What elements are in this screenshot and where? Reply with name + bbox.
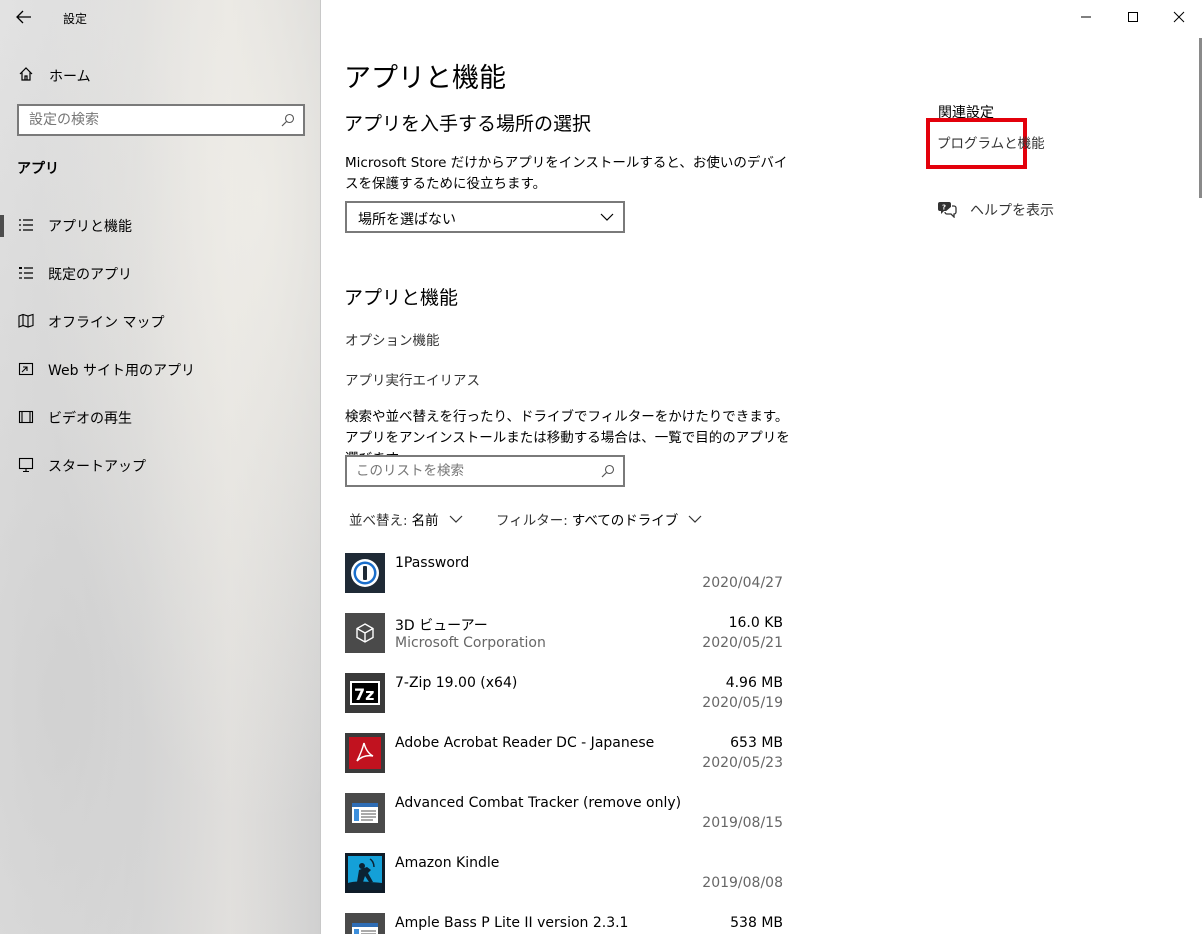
sidebar-item-label: オフライン マップ: [48, 315, 165, 331]
app-publisher: Microsoft Corporation: [395, 635, 546, 651]
3d-viewer-icon: [345, 613, 385, 653]
main-content: アプリと機能 アプリを入手する場所の選択 Microsoft Store だけか…: [321, 0, 1203, 934]
app-list-item[interactable]: Adobe Acrobat Reader DC - Japanese 653 M…: [345, 733, 785, 793]
maximize-icon: [1128, 12, 1138, 22]
install-source-heading: アプリを入手する場所の選択: [344, 113, 592, 135]
app-list-search-input[interactable]: [347, 457, 587, 485]
sort-value: 名前: [411, 513, 439, 529]
app-list-item[interactable]: Ample Bass P Lite II version 2.3.1 538 M…: [345, 913, 785, 934]
sidebar-item-label: Web サイト用のアプリ: [48, 363, 195, 379]
sidebar-item-label: スタートアップ: [48, 459, 146, 475]
app-list-item[interactable]: 3D ビューアー Microsoft Corporation 16.0 KB 2…: [345, 613, 785, 673]
home-icon: [19, 67, 33, 81]
app-name: Advanced Combat Tracker (remove only): [395, 795, 682, 811]
chevron-down-icon: [688, 515, 702, 523]
optional-features-link[interactable]: オプション機能: [345, 329, 440, 349]
7zip-icon: 7z: [345, 673, 385, 713]
search-icon[interactable]: [281, 113, 295, 127]
sidebar-item-label: ビデオの再生: [48, 411, 132, 427]
app-list-item[interactable]: Amazon Kindle 2019/08/08: [345, 853, 785, 913]
minimize-icon: [1081, 16, 1091, 18]
app-list-search-box[interactable]: [345, 455, 625, 487]
sidebar-item-label: アプリと機能: [48, 219, 132, 235]
install-source-description: Microsoft Store だけからアプリをインストールすると、お使いのデバ…: [345, 155, 788, 192]
sidebar-header: 設定: [0, 0, 321, 34]
app-date: 2019/08/15: [702, 815, 783, 831]
sidebar-item-label: 既定のアプリ: [48, 267, 132, 283]
programs-features-link[interactable]: プログラムと機能: [937, 132, 1045, 152]
app-list-item[interactable]: Advanced Combat Tracker (remove only) 20…: [345, 793, 785, 853]
app-date: 2020/05/21: [702, 635, 783, 651]
help-chat-icon: ?: [938, 202, 957, 218]
app-list-item[interactable]: 7z 7-Zip 19.00 (x64) 4.96 MB 2020/05/19: [345, 673, 785, 733]
apps-for-websites-icon: [18, 362, 34, 376]
offline-maps-icon: [18, 313, 34, 328]
apps-features-icon: [19, 219, 33, 231]
app-list-item[interactable]: 1Password 2020/04/27: [345, 553, 785, 613]
search-icon[interactable]: [601, 464, 615, 478]
startup-icon: [18, 457, 34, 473]
minimize-button[interactable]: [1063, 0, 1109, 34]
app-size: 4.96 MB: [725, 675, 783, 691]
app-name: 3D ビューアー: [395, 618, 488, 634]
scrollbar-thumb[interactable]: [1199, 38, 1202, 198]
sidebar-item-apps-features[interactable]: アプリと機能: [0, 205, 321, 245]
app-date: 2020/05/23: [702, 755, 783, 771]
app-name: Ample Bass P Lite II version 2.3.1: [395, 915, 629, 931]
filter-label: フィルター:: [496, 513, 568, 529]
app-name: Adobe Acrobat Reader DC - Japanese: [395, 735, 655, 751]
settings-search-box[interactable]: [17, 104, 305, 136]
scrollbar[interactable]: [1197, 38, 1203, 198]
close-icon: [1173, 11, 1185, 23]
maximize-button[interactable]: [1110, 0, 1156, 34]
app-date: 2019/08/08: [702, 875, 783, 891]
install-source-dropdown[interactable]: 場所を選ばない: [345, 201, 625, 233]
app-name: 7-Zip 19.00 (x64): [395, 675, 518, 691]
program-icon: [345, 793, 385, 833]
dropdown-value: 場所を選ばない: [358, 212, 456, 228]
app-name: 1Password: [395, 555, 470, 571]
sort-dropdown[interactable]: 並べ替え: 名前: [349, 509, 463, 529]
default-apps-icon: [19, 267, 33, 279]
app-date: 2020/04/27: [702, 575, 783, 591]
svg-text:?: ?: [942, 204, 946, 212]
app-date: 2020/05/19: [702, 695, 783, 711]
back-arrow-icon: [16, 10, 31, 24]
back-button[interactable]: [8, 4, 40, 30]
page-title: アプリと機能: [344, 63, 506, 94]
filter-dropdown[interactable]: フィルター: すべてのドライブ: [496, 509, 702, 529]
chevron-down-icon: [600, 213, 614, 221]
sort-label: 並べ替え:: [349, 513, 408, 529]
sidebar-item-offline-maps[interactable]: オフライン マップ: [0, 301, 321, 341]
help-label: ヘルプを表示: [970, 203, 1054, 219]
video-playback-icon: [18, 410, 34, 424]
home-nav-item[interactable]: ホーム: [0, 58, 321, 90]
app-size: 538 MB: [730, 915, 783, 931]
window-title: 設定: [63, 12, 88, 26]
close-button[interactable]: [1156, 0, 1202, 34]
chevron-down-icon: [449, 515, 462, 523]
settings-search-input[interactable]: [19, 106, 269, 134]
sidebar-item-apps-for-websites[interactable]: Web サイト用のアプリ: [0, 349, 321, 389]
sidebar: 設定 ホーム アプリ アプリと機能 既定のアプリ オフライン マップ Web サ…: [0, 0, 321, 934]
home-label: ホーム: [49, 69, 91, 85]
sidebar-item-startup[interactable]: スタートアップ: [0, 445, 321, 485]
app-name: Amazon Kindle: [395, 855, 500, 871]
svg-text:7z: 7z: [354, 685, 374, 704]
app-size: 16.0 KB: [728, 615, 783, 631]
sidebar-section-title: アプリ: [17, 161, 59, 177]
apps-features-heading: アプリと機能: [344, 287, 459, 309]
app-execution-aliases-link[interactable]: アプリ実行エイリアス: [345, 369, 480, 389]
acrobat-icon: [345, 733, 385, 773]
1password-icon: [345, 553, 385, 593]
kindle-icon: [345, 853, 385, 893]
app-size: 653 MB: [730, 735, 783, 751]
program-icon: [345, 913, 385, 934]
sidebar-item-default-apps[interactable]: 既定のアプリ: [0, 253, 321, 293]
filter-value: すべてのドライブ: [571, 513, 679, 529]
sidebar-item-video-playback[interactable]: ビデオの再生: [0, 397, 321, 437]
